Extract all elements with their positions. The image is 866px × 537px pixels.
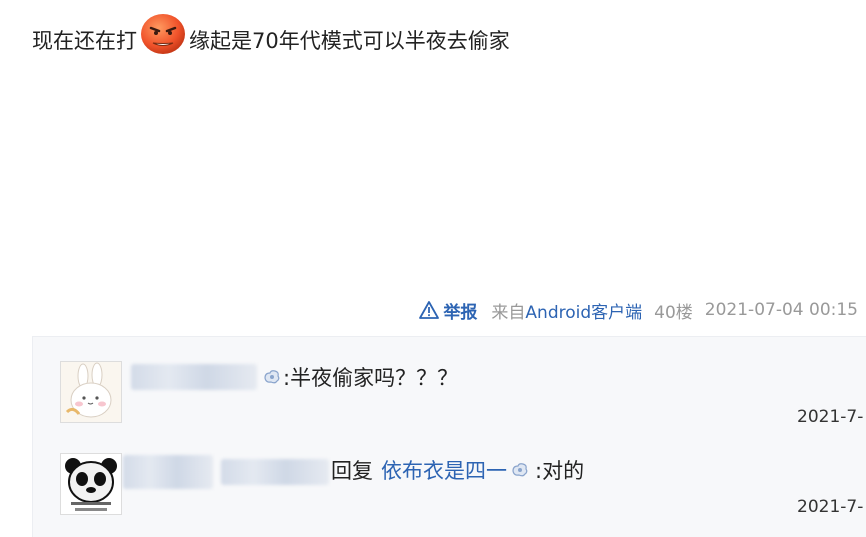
- member-badge-icon: [512, 463, 528, 477]
- floor-number: 40楼: [654, 302, 693, 323]
- comment-text: :半夜偷家吗？？？: [283, 366, 459, 390]
- post-text-after: 缘起是70年代模式可以半夜去偷家: [189, 29, 510, 53]
- angry-face-emoji-icon: [139, 10, 187, 56]
- post-time: 2021-07-04 00:15: [704, 300, 858, 320]
- comment-section: :半夜偷家吗？？？ 2021-7- 回复 依布衣是四一 :对的 2021-7-: [32, 336, 866, 537]
- post-source: 来自Android客户端: [491, 298, 642, 323]
- comment-time: 2021-7-: [797, 407, 864, 427]
- panda-meme-avatar-icon: [61, 454, 121, 514]
- source-prefix: 来自: [491, 302, 526, 323]
- avatar[interactable]: [60, 453, 122, 515]
- post-content: 现在还在打 缘起是70年代模式可以半夜去偷家: [32, 14, 510, 58]
- blurred-username: [131, 364, 257, 390]
- report-label: 举报: [443, 302, 478, 323]
- member-badge-icon: [264, 370, 280, 384]
- comment-item: 回复 依布衣是四一 :对的: [331, 455, 584, 485]
- blurred-username: [221, 459, 329, 485]
- reply-label: 回复: [331, 459, 373, 483]
- comment-time: 2021-7-: [797, 497, 864, 517]
- comment-item: :半夜偷家吗？？？: [259, 362, 458, 392]
- blurred-username: [123, 455, 213, 489]
- reply-to-user-link[interactable]: 依布衣是四一: [381, 455, 507, 485]
- bunny-avatar-icon: [61, 362, 121, 422]
- post-text-before: 现在还在打: [32, 29, 137, 53]
- source-app-link[interactable]: Android客户端: [525, 303, 642, 323]
- avatar[interactable]: [60, 361, 122, 423]
- comment-text: :对的: [535, 459, 585, 483]
- warning-icon: [419, 301, 440, 319]
- post-meta-bar: 举报 来自Android客户端 40楼 2021-07-04 00:15: [0, 297, 858, 323]
- report-button[interactable]: 举报: [419, 298, 477, 323]
